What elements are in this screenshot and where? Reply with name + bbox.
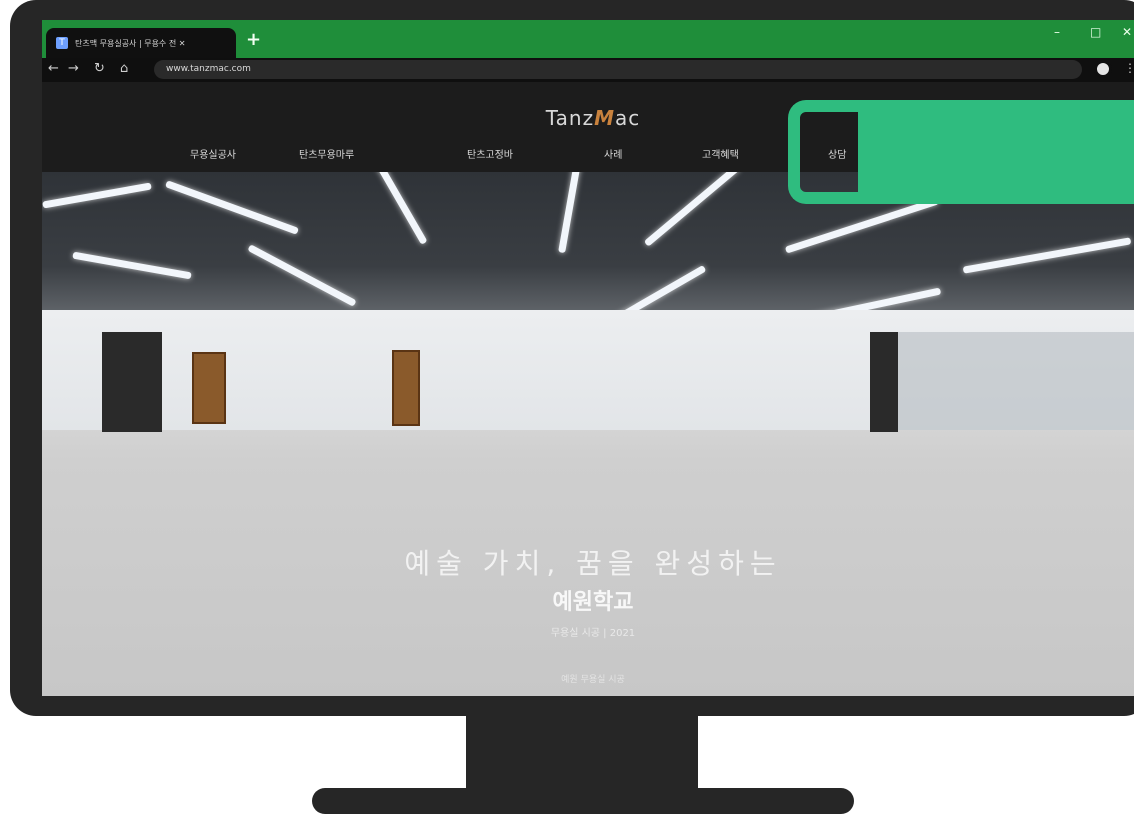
minimize-button[interactable]: – [1054, 25, 1060, 39]
nav-item-cases[interactable]: 사례 [604, 146, 622, 161]
more-menu-icon[interactable]: ⋮ [1124, 61, 1134, 75]
forward-arrow-icon[interactable]: → [68, 61, 79, 76]
hero-title: 예원학교 [552, 590, 634, 615]
hero-caption: 무용실 시공 | 2021 [550, 628, 636, 639]
new-tab-button[interactable]: + [246, 28, 261, 52]
monitor-base [312, 788, 854, 814]
hero-subtitle: 예술 가치, 꿈을 완성하는 [404, 547, 782, 580]
wooden-door [192, 352, 226, 424]
nav-item-benefits[interactable]: 고객혜택 [702, 146, 739, 161]
wooden-door [392, 350, 420, 426]
site-favicon-icon: T [56, 37, 68, 49]
ceiling-light [558, 172, 586, 254]
browser-toolbar: ← → ↻ ⌂ www.tanzmac.com ⋮ [42, 58, 1134, 82]
dark-doorway [102, 332, 162, 432]
ceiling-light [962, 237, 1132, 274]
ceiling-light [72, 251, 192, 280]
ceiling-light [165, 180, 299, 235]
nav-item-floor[interactable]: 탄츠무용마루 [299, 146, 354, 161]
dark-doorway [870, 332, 898, 432]
address-bar[interactable]: www.tanzmac.com [154, 60, 1082, 79]
hero-banner: 예술 가치, 꿈을 완성하는 예원학교 무용실 시공 | 2021 예원 무용실… [42, 172, 1134, 696]
logo-suffix: ac [614, 106, 641, 130]
callout-highlight-frame [788, 100, 1134, 204]
ceiling-light [366, 172, 428, 245]
ceiling-light [247, 244, 357, 307]
close-window-button[interactable]: ✕ [1122, 25, 1132, 39]
monitor-neck [466, 716, 698, 790]
hero-bottom-text: 예원 무용실 시공 [561, 675, 625, 685]
nav-item-bar[interactable]: 탄츠고정바 [467, 146, 513, 161]
tab-bar: T 탄츠맥 무용실공사 | 무용수 전 ✕ + – □ ✕ [42, 20, 1134, 58]
home-icon[interactable]: ⌂ [120, 61, 128, 76]
logo-prefix: Tanz [545, 106, 595, 130]
profile-icon[interactable] [1094, 60, 1112, 78]
logo-m: M [594, 106, 615, 130]
tab-title: 탄츠맥 무용실공사 | 무용수 전 ✕ [75, 38, 186, 48]
reload-icon[interactable]: ↻ [94, 61, 105, 76]
ceiling-light [784, 197, 940, 254]
back-arrow-icon[interactable]: ← [48, 61, 59, 76]
wall-mirror [882, 332, 1134, 430]
ceiling-light [643, 172, 741, 247]
browser-tab[interactable]: T 탄츠맥 무용실공사 | 무용수 전 ✕ [46, 28, 236, 58]
nav-item-construction[interactable]: 무용실공사 [190, 146, 236, 161]
maximize-button[interactable]: □ [1090, 25, 1101, 39]
ceiling-light [42, 182, 152, 209]
